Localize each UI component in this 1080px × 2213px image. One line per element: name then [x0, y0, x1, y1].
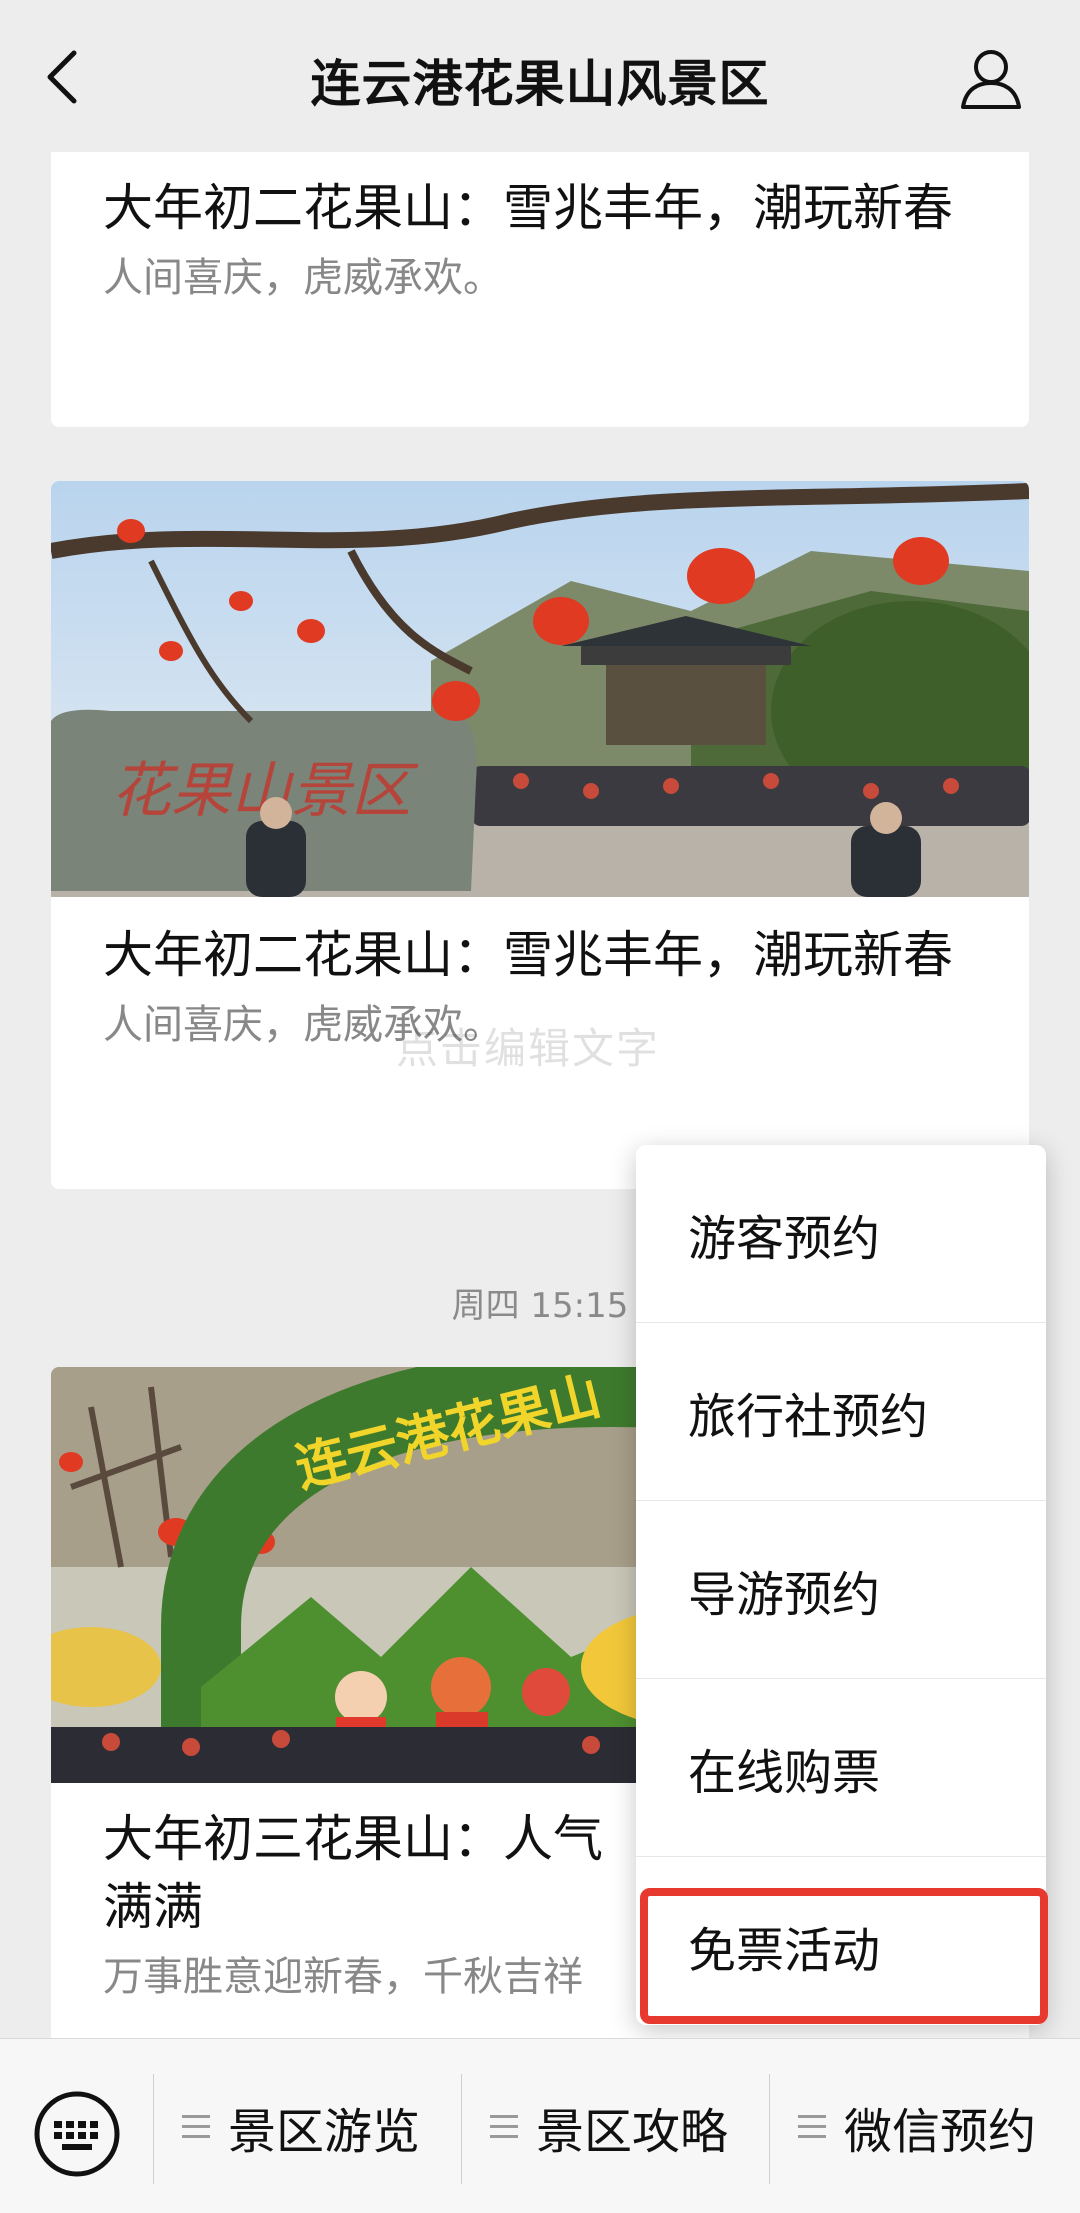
article-title: 大年初三花果山：人气满满 — [103, 1810, 603, 1936]
menu-lines-icon — [182, 2115, 210, 2139]
menu-item-visitor-booking[interactable]: 游客预约 — [636, 1145, 1046, 1323]
menu-tab-label: 景区攻略 — [536, 2104, 729, 2160]
article-card[interactable]: 花果山景区 大年初二花果山：雪兆丰年，潮玩新春 人间喜庆，虎威承欢。 — [51, 481, 1029, 1189]
menu-tab-scenic-tour[interactable]: 景区游览 — [182, 2087, 420, 2167]
menu-divider — [153, 2074, 154, 2184]
menu-tab-label: 微信预约 — [844, 2104, 1037, 2160]
menu-divider — [769, 2074, 770, 2184]
article-summary: 万事胜意迎新春，千秋吉祥 — [103, 1954, 583, 2000]
menu-item-travel-agency-booking[interactable]: 旅行社预约 — [636, 1323, 1046, 1501]
menu-tab-label: 景区游览 — [228, 2104, 421, 2160]
article-summary: 人间喜庆，虎威承欢。 — [103, 255, 503, 301]
menu-item-guide-booking[interactable]: 导游预约 — [636, 1501, 1046, 1679]
menu-tab-wechat-booking[interactable]: 微信预约 — [798, 2087, 1036, 2167]
keyboard-icon — [34, 2091, 120, 2177]
menu-lines-icon — [490, 2115, 518, 2139]
menu-divider — [461, 2074, 462, 2184]
user-icon — [961, 50, 1021, 109]
highlight-annotation-box — [640, 1888, 1048, 2024]
article-title: 大年初二花果山：雪兆丰年，潮玩新春 — [103, 926, 953, 984]
top-navigation-bar: 连云港花果山风景区 — [0, 0, 1080, 152]
menu-tab-scenic-guide[interactable]: 景区攻略 — [490, 2087, 728, 2167]
bottom-menu-bar: 景区游览 景区攻略 微信预约 — [0, 2038, 1080, 2213]
article-card[interactable]: 大年初二花果山：雪兆丰年，潮玩新春 人间喜庆，虎威承欢。 — [51, 152, 1029, 427]
keyboard-toggle-button[interactable] — [32, 2089, 122, 2179]
menu-lines-icon — [798, 2115, 826, 2139]
menu-item-online-tickets[interactable]: 在线购票 — [636, 1679, 1046, 1857]
article-title: 大年初二花果山：雪兆丰年，潮玩新春 — [103, 179, 953, 237]
profile-button[interactable] — [958, 45, 1024, 111]
article-cover-image: 花果山景区 — [51, 481, 1029, 897]
page-title: 连云港花果山风景区 — [310, 55, 770, 113]
edit-text-watermark: 点击编辑文字 — [396, 1024, 661, 1073]
